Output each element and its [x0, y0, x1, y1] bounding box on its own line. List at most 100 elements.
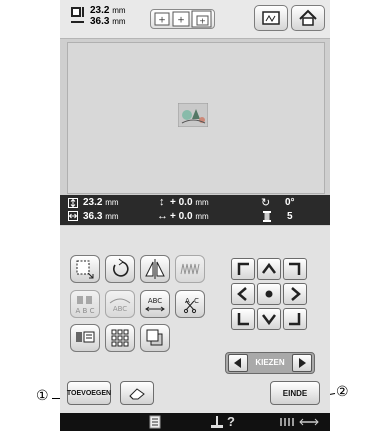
vertical-offset-icon: ↕ [159, 196, 165, 208]
image-icon [262, 11, 280, 25]
multi-color-button[interactable] [70, 324, 100, 352]
svg-text:ABC: ABC [148, 297, 162, 305]
svg-text:A: A [185, 297, 190, 305]
bottom-button-row: TOEVOEGEN EINDE [60, 376, 330, 413]
select-next-button[interactable] [292, 354, 312, 372]
home-icon [299, 9, 317, 26]
info-offset-x: + 0.0 mm [170, 211, 209, 222]
svg-text:C: C [194, 297, 199, 305]
select-previous-button[interactable] [228, 354, 248, 372]
height-unit: mm [112, 17, 126, 26]
info-offset-x-value: + 0.0 [170, 211, 193, 222]
height-icon [68, 198, 78, 208]
height-value: 36.3 [90, 16, 110, 27]
end-button[interactable]: EINDE [270, 381, 320, 405]
move-down-button[interactable] [257, 308, 281, 330]
center-button[interactable] [257, 283, 281, 305]
move-down-left-button[interactable] [231, 308, 255, 330]
repeat-border-button[interactable] [105, 324, 135, 352]
resize-icon [76, 260, 94, 279]
info-width: 36.3 mm [83, 211, 119, 222]
add-button[interactable]: TOEVOEGEN [67, 381, 111, 405]
scissors-text-icon: A C [183, 297, 199, 314]
arrow-right-icon [291, 287, 301, 301]
arrow-up-icon [262, 262, 276, 274]
move-up-right-button[interactable] [283, 258, 307, 280]
rotation-icon: ↻ [261, 197, 271, 209]
thread-spool-icon [263, 211, 271, 222]
duplicate-button[interactable] [140, 324, 170, 352]
density-button[interactable] [175, 255, 205, 283]
arrow-down-icon [262, 314, 276, 326]
text-arc-icon: ABC [109, 298, 131, 313]
pattern-size-icon [71, 7, 84, 23]
info-width-unit: mm [105, 212, 119, 221]
move-up-left-button[interactable] [231, 258, 255, 280]
select-label: KIEZEN [255, 358, 285, 367]
width-icon [68, 211, 78, 221]
text-width-button[interactable]: ABC [140, 290, 170, 318]
info-height-unit: mm [105, 198, 119, 207]
info-offset-y-value: + 0.0 [170, 197, 193, 208]
move-up-button[interactable] [257, 258, 281, 280]
svg-text:+: + [199, 17, 206, 26]
spacing-button[interactable]: A B C [70, 290, 100, 318]
size-button[interactable] [70, 255, 100, 283]
stitch-forward-icon[interactable] [278, 416, 322, 428]
image-display-button[interactable] [254, 5, 288, 31]
density-icon [180, 263, 200, 275]
triangle-left-icon [234, 358, 241, 368]
move-right-button[interactable] [283, 283, 307, 305]
arrow-left-icon [237, 287, 247, 301]
pattern-info-bar: 23.2 mm 36.3 mm ↕ + 0.0 mm ↔ + 0.0 mm ↻ … [60, 195, 330, 225]
pattern-dimensions: 23.2 mm 36.3 mm [90, 5, 126, 27]
top-bar: 23.2 mm 36.3 mm + + + [60, 0, 330, 39]
arrow-up-left-icon [237, 262, 249, 275]
text-edit-button[interactable]: A C [175, 290, 205, 318]
info-height: 23.2 mm [83, 197, 119, 208]
info-offset-x-unit: mm [195, 212, 209, 221]
mirror-button[interactable] [140, 255, 170, 283]
array-curve-button[interactable]: ABC [105, 290, 135, 318]
svg-text:+: + [177, 16, 185, 26]
edit-panel: A B C ABC ABC A C KIEZEN [60, 226, 330, 376]
pattern-preview-area [67, 42, 325, 194]
frame-sizes-icon: + + + [154, 10, 212, 28]
arrow-down-left-icon [237, 313, 249, 326]
grid-icon [111, 329, 129, 347]
eraser-icon [129, 388, 145, 400]
width-unit: mm [112, 6, 126, 15]
info-offset-y: + 0.0 mm [170, 197, 209, 208]
info-width-value: 36.3 [83, 211, 103, 222]
character-spacing-icon: A B C [76, 296, 95, 315]
triangle-right-icon [299, 358, 306, 368]
svg-text:ABC: ABC [113, 305, 127, 313]
callout-2: ② [336, 383, 349, 399]
horizontal-offset-icon: ↔ [157, 210, 168, 222]
info-rotation: 0° [285, 197, 295, 208]
info-height-value: 23.2 [83, 197, 103, 208]
thread-list-icon[interactable] [148, 415, 162, 429]
width-value: 23.2 [90, 5, 110, 16]
embroidery-pattern-thumbnail [178, 103, 208, 127]
callout-1: ① [36, 387, 49, 403]
frame-display-button[interactable]: + + + [150, 9, 215, 29]
select-pattern-bar: KIEZEN [225, 352, 315, 374]
move-left-button[interactable] [231, 283, 255, 305]
center-dot-icon [265, 290, 273, 298]
color-palette-icon [76, 331, 95, 343]
home-button[interactable] [291, 5, 325, 31]
move-down-right-button[interactable] [283, 308, 307, 330]
info-color-count: 5 [287, 211, 293, 222]
sewing-machine-icon[interactable] [210, 415, 224, 429]
text-width-icon: ABC [145, 297, 165, 312]
duplicate-icon [146, 329, 163, 346]
mirror-icon [145, 259, 165, 279]
help-icon[interactable]: ? [227, 414, 235, 429]
delete-button[interactable] [120, 381, 154, 405]
rotate-button[interactable] [105, 255, 135, 283]
svg-text:A B C: A B C [76, 307, 95, 315]
status-bar: ? [60, 413, 330, 431]
embroidery-screen: 23.2 mm 36.3 mm + + + 23.2 mm 36.3 mm ↕ … [60, 0, 330, 431]
arrow-down-right-icon [289, 313, 301, 326]
